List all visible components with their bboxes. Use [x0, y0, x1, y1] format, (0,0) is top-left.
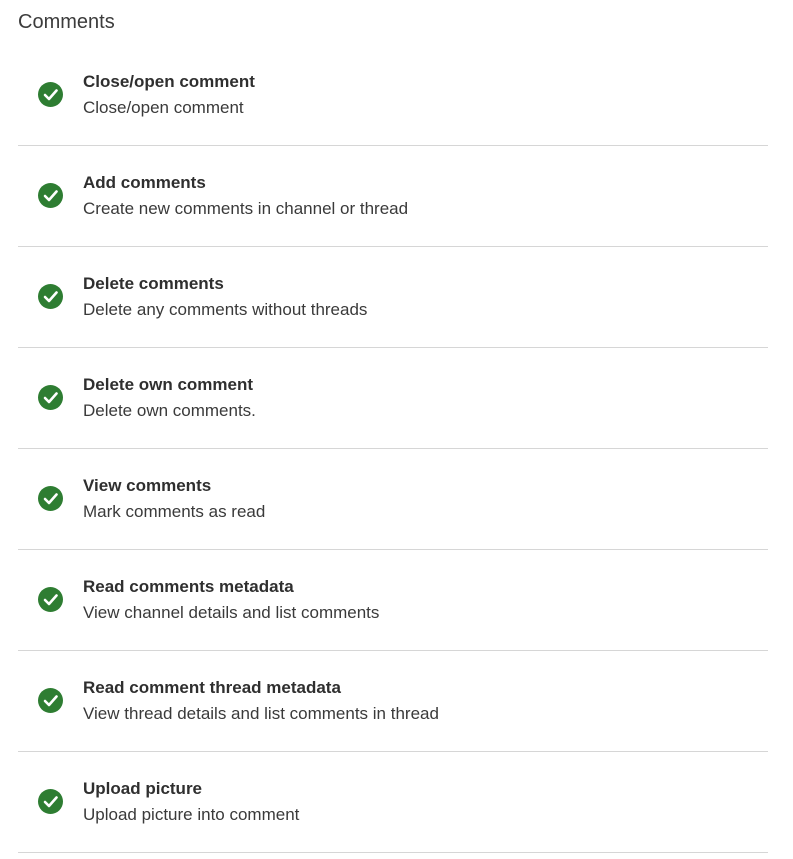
permission-item-read-comment-thread-metadata: Read comment thread metadata View thread… — [18, 651, 768, 752]
permission-title: Read comments metadata — [83, 577, 294, 596]
permission-text: Read comments metadata View channel deta… — [83, 576, 758, 625]
permission-item-delete-own-comment: Delete own comment Delete own comments. — [18, 348, 768, 449]
check-circle-icon — [38, 688, 63, 713]
permission-item-view-comments: View comments Mark comments as read — [18, 449, 768, 550]
permission-list: Close/open comment Close/open comment Ad… — [18, 45, 768, 853]
section-title: Comments — [18, 11, 115, 33]
permission-description: Close/open comment — [83, 98, 244, 117]
check-circle-icon — [38, 486, 63, 511]
permission-description: Mark comments as read — [83, 502, 266, 521]
check-circle-icon — [38, 587, 63, 612]
permission-title: Close/open comment — [83, 72, 255, 91]
check-circle-icon — [38, 789, 63, 814]
permission-item-upload-picture: Upload picture Upload picture into comme… — [18, 752, 768, 853]
permission-text: Read comment thread metadata View thread… — [83, 677, 758, 726]
permission-description: Delete own comments. — [83, 401, 256, 420]
permission-item-close-open-comment: Close/open comment Close/open comment — [18, 45, 768, 146]
permission-item-delete-comments: Delete comments Delete any comments with… — [18, 247, 768, 348]
check-circle-icon — [38, 183, 63, 208]
permission-title: Add comments — [83, 173, 206, 192]
permission-item-add-comments: Add comments Create new comments in chan… — [18, 146, 768, 247]
permission-text: Add comments Create new comments in chan… — [83, 172, 758, 221]
permission-item-read-comments-metadata: Read comments metadata View channel deta… — [18, 550, 768, 651]
permission-text: Delete comments Delete any comments with… — [83, 273, 758, 322]
permission-description: Create new comments in channel or thread — [83, 199, 409, 218]
permission-description: Upload picture into comment — [83, 805, 300, 824]
permission-text: View comments Mark comments as read — [83, 475, 758, 524]
permission-title: Delete own comment — [83, 375, 254, 394]
permission-text: Delete own comment Delete own comments. — [83, 374, 758, 423]
check-circle-icon — [38, 82, 63, 107]
permission-text: Close/open comment Close/open comment — [83, 71, 758, 120]
check-circle-icon — [38, 284, 63, 309]
check-circle-icon — [38, 385, 63, 410]
permission-title: Delete comments — [83, 274, 224, 293]
permission-title: Read comment thread metadata — [83, 678, 341, 697]
permission-description: View thread details and list comments in… — [83, 704, 439, 723]
permission-title: Upload picture — [83, 779, 203, 798]
permission-title: View comments — [83, 476, 212, 495]
permission-text: Upload picture Upload picture into comme… — [83, 778, 758, 827]
permission-description: View channel details and list comments — [83, 603, 380, 622]
permission-description: Delete any comments without threads — [83, 300, 368, 319]
